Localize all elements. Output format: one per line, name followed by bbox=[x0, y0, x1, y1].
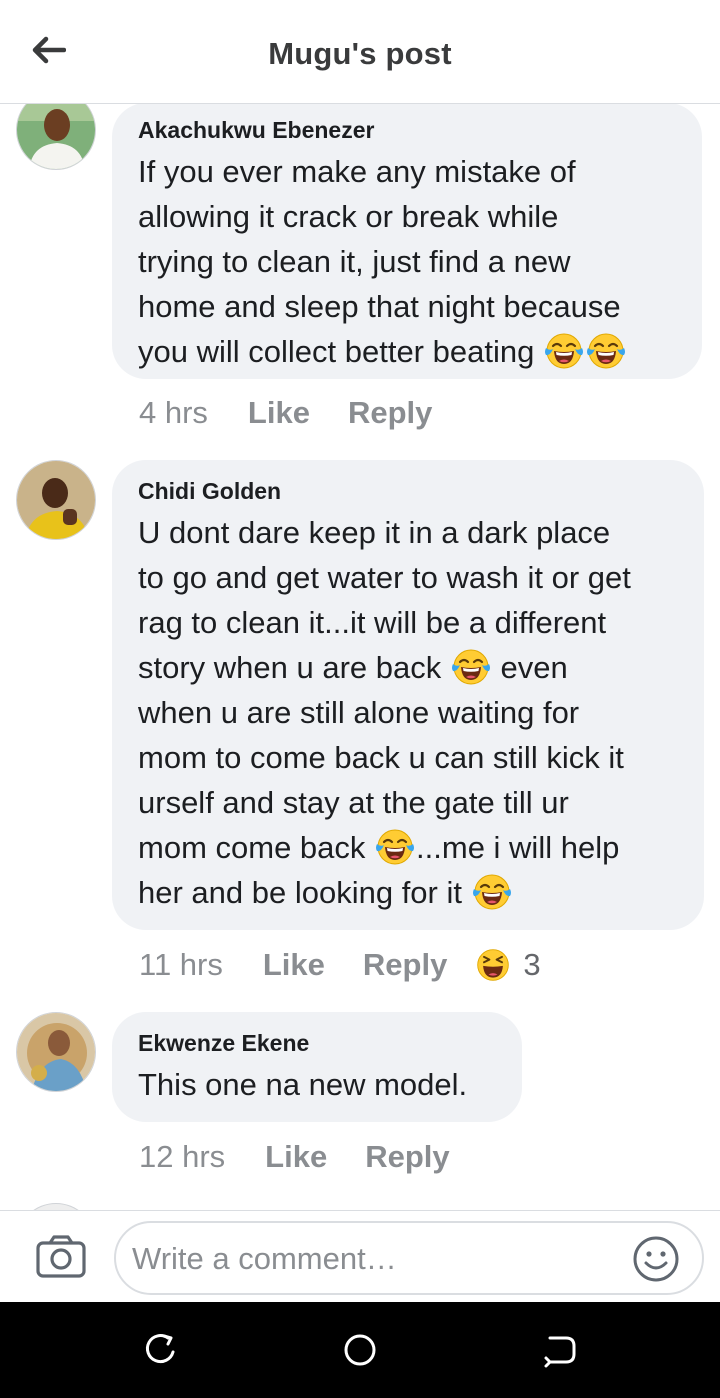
comment-line: trying to clean it, just find a new bbox=[138, 244, 571, 279]
tears-of-joy-emoji-icon bbox=[451, 647, 491, 687]
comment-line: rag to clean it...it will be a different bbox=[138, 605, 607, 640]
smiley-icon bbox=[633, 1236, 679, 1282]
system-nav-bar bbox=[0, 1302, 720, 1398]
comment-input-container[interactable] bbox=[114, 1221, 704, 1295]
comment-line: you will collect better beating bbox=[138, 329, 676, 374]
post-comments-screen: Mugu's post Akachukwu Ebenezer If you ev… bbox=[0, 0, 720, 1398]
comment-input[interactable] bbox=[130, 1235, 624, 1283]
comment-line: urself and stay at the gate till ur bbox=[138, 785, 569, 820]
comment-time: 12 hrs bbox=[139, 1139, 226, 1174]
comment-actions: 12 hrs Like Reply bbox=[139, 1137, 488, 1177]
comment-actions: 4 hrs Like Reply bbox=[139, 393, 470, 433]
comment-line: story when u are back even bbox=[138, 645, 678, 690]
haha-reaction-icon bbox=[475, 947, 511, 983]
comment-line: mom come back ...me i will help bbox=[138, 825, 678, 870]
tears-of-joy-emoji-icon bbox=[375, 827, 415, 867]
comment-line: U dont dare keep it in a dark place bbox=[138, 515, 611, 550]
camera-button[interactable] bbox=[34, 1233, 90, 1283]
emoji-picker-button[interactable] bbox=[632, 1235, 680, 1283]
comment-line: This one na new model. bbox=[138, 1067, 468, 1102]
tears-of-joy-emoji-icon bbox=[586, 331, 626, 371]
comment-list: Akachukwu Ebenezer If you ever make any … bbox=[0, 103, 720, 1210]
comment-author[interactable]: Chidi Golden bbox=[138, 476, 678, 506]
comment-line: when u are still alone waiting for bbox=[138, 695, 580, 730]
like-button[interactable]: Like bbox=[265, 1139, 327, 1175]
top-bar: Mugu's post bbox=[0, 0, 720, 104]
comment-author[interactable]: Ekwenze Ekene bbox=[138, 1028, 496, 1058]
comment-line-text: mom come back bbox=[138, 830, 366, 865]
reply-button[interactable]: Reply bbox=[365, 1139, 449, 1175]
recent-apps-icon bbox=[146, 1334, 175, 1364]
like-button[interactable]: Like bbox=[248, 395, 310, 431]
comment-line: mom to come back u can still kick it bbox=[138, 740, 624, 775]
avatar[interactable] bbox=[16, 1012, 96, 1092]
comment-bubble: Chidi Golden U dont dare keep it in a da… bbox=[112, 460, 704, 930]
reply-button[interactable]: Reply bbox=[348, 395, 432, 431]
reaction-summary[interactable]: 3 bbox=[475, 947, 541, 983]
comment-bubble: Akachukwu Ebenezer If you ever make any … bbox=[112, 103, 702, 379]
comment-line-text: her and be looking for it bbox=[138, 875, 462, 910]
avatar[interactable] bbox=[16, 1203, 96, 1210]
comment-time: 4 hrs bbox=[139, 395, 208, 430]
reaction-count: 3 bbox=[523, 947, 541, 982]
comment-line: home and sleep that night because bbox=[138, 289, 621, 324]
comment-text: If you ever make any mistake of allowing… bbox=[138, 149, 676, 374]
comment-line-text: you will collect better beating bbox=[138, 334, 535, 369]
comment-time: 11 hrs bbox=[139, 947, 223, 982]
comment-line-text: story when u are back bbox=[138, 650, 442, 685]
nav-back-icon bbox=[544, 1336, 576, 1368]
page-title: Mugu's post bbox=[268, 36, 452, 71]
tears-of-joy-emoji-icon bbox=[544, 331, 584, 371]
nav-back-button[interactable] bbox=[540, 1330, 580, 1370]
comment-actions: 11 hrs Like Reply 3 bbox=[139, 945, 541, 985]
comment-line: allowing it crack or break while bbox=[138, 199, 559, 234]
like-button[interactable]: Like bbox=[263, 947, 325, 983]
home-button[interactable] bbox=[340, 1330, 380, 1370]
reply-button[interactable]: Reply bbox=[363, 947, 447, 983]
comment-line: her and be looking for it bbox=[138, 870, 678, 915]
comment-line-text: even bbox=[500, 650, 568, 685]
comment-line: to go and get water to wash it or get bbox=[138, 560, 631, 595]
comment-composer bbox=[0, 1210, 720, 1303]
comment-line: If you ever make any mistake of bbox=[138, 154, 576, 189]
recent-apps-button[interactable] bbox=[140, 1330, 180, 1370]
comment-bubble: Ekwenze Ekene This one na new model. bbox=[112, 1012, 522, 1122]
tears-of-joy-emoji-icon bbox=[472, 872, 512, 912]
camera-icon bbox=[36, 1235, 86, 1278]
avatar[interactable] bbox=[16, 103, 96, 170]
comment-author[interactable]: Akachukwu Ebenezer bbox=[138, 115, 676, 145]
home-icon bbox=[344, 1334, 376, 1366]
comment-text: U dont dare keep it in a dark place to g… bbox=[138, 510, 678, 915]
comment-line-text: ...me i will help bbox=[416, 830, 620, 865]
avatar[interactable] bbox=[16, 460, 96, 540]
comment-text: This one na new model. bbox=[138, 1062, 496, 1107]
